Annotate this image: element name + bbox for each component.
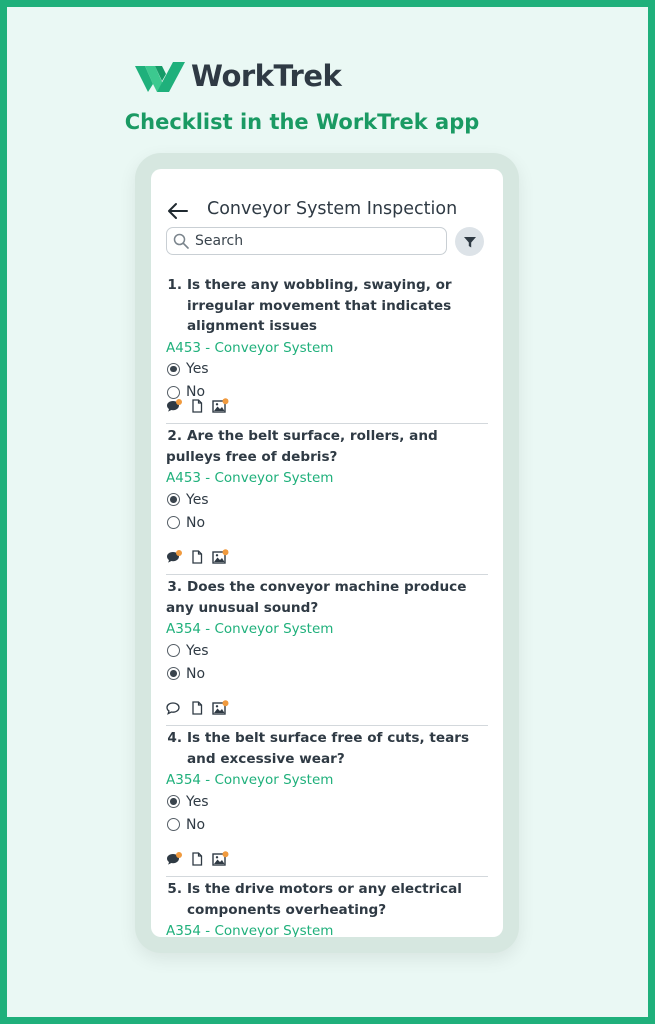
document-icon[interactable]	[191, 549, 203, 564]
asset-link[interactable]: A453 - Conveyor System	[166, 468, 488, 488]
document-icon[interactable]	[191, 398, 203, 413]
checklist-item: 4. Is the belt surface free of cuts, tear…	[166, 726, 488, 877]
page-title: Conveyor System Inspection	[207, 199, 458, 219]
radio-yes[interactable]	[167, 362, 180, 376]
item-actions	[166, 398, 238, 413]
question-text: 3. Does the conveyor machine produce any …	[166, 575, 488, 618]
asset-link[interactable]: A453 - Conveyor System	[166, 338, 488, 358]
document-icon[interactable]	[191, 700, 203, 715]
comment-icon[interactable]	[166, 851, 182, 866]
radio-yes[interactable]	[167, 644, 180, 657]
item-actions	[166, 700, 238, 715]
filter-icon	[463, 236, 476, 247]
back-arrow-icon[interactable]	[167, 200, 189, 222]
option-no-label: No	[186, 514, 206, 531]
question-label: Does the conveyor machine produce any un…	[166, 579, 467, 616]
checklist: 1. Is there any wobbling, swaying, or irr…	[166, 273, 488, 937]
question-label: Is the drive motors or any electrical co…	[187, 881, 462, 918]
search-icon	[173, 233, 189, 249]
asset-link[interactable]: A354 - Conveyor System	[166, 770, 488, 790]
question-number: 1.	[167, 277, 182, 293]
comment-icon[interactable]	[166, 549, 182, 564]
filter-button[interactable]	[455, 227, 484, 256]
checklist-item: 1. Is there any wobbling, swaying, or irr…	[166, 273, 488, 424]
radio-no[interactable]	[167, 667, 180, 680]
asset-link[interactable]: A354 - Conveyor System	[166, 921, 488, 937]
app-screen: Conveyor System Inspection 1. Is there an…	[151, 169, 503, 937]
document-icon[interactable]	[191, 851, 203, 866]
option-no-label: No	[186, 665, 206, 682]
question-number: 5.	[167, 881, 182, 897]
option-yes[interactable]: Yes	[166, 488, 488, 511]
question-label: Is the belt surface free of cuts, tears …	[187, 730, 470, 767]
item-actions	[166, 549, 238, 564]
image-icon[interactable]	[212, 700, 229, 715]
image-icon[interactable]	[212, 398, 229, 413]
comment-icon[interactable]	[166, 701, 182, 715]
question-label: Is there any wobbling, swaying, or irreg…	[187, 277, 452, 334]
option-yes[interactable]: Yes	[166, 358, 488, 381]
image-icon[interactable]	[212, 851, 229, 866]
radio-no[interactable]	[167, 516, 180, 529]
radio-no[interactable]	[167, 385, 180, 399]
question-text: 2. Are the belt surface, rollers, and pul…	[166, 424, 488, 467]
option-yes-label: Yes	[186, 361, 209, 377]
checklist-item: 3. Does the conveyor machine produce any …	[166, 575, 488, 726]
option-yes-label: Yes	[186, 793, 209, 810]
page-tagline: Checklist in the WorkTrek app	[124, 110, 480, 134]
question-number: 2.	[167, 428, 182, 444]
comment-icon[interactable]	[166, 398, 182, 413]
image-icon[interactable]	[212, 549, 229, 564]
question-text: 1. Is there any wobbling, swaying, or irr…	[166, 273, 488, 337]
search-input[interactable]	[195, 233, 435, 249]
question-label: Are the belt surface, rollers, and pulle…	[166, 428, 438, 465]
option-no[interactable]: No	[166, 511, 488, 534]
radio-yes[interactable]	[167, 795, 180, 808]
brand-name: WorkTrek	[191, 59, 342, 93]
checklist-item: 2. Are the belt surface, rollers, and pul…	[166, 424, 488, 575]
radio-yes[interactable]	[167, 493, 180, 506]
option-yes[interactable]: Yes	[166, 639, 488, 662]
worktrek-logo-icon	[135, 62, 185, 92]
question-number: 3.	[167, 579, 182, 595]
option-yes-label: Yes	[186, 642, 209, 659]
item-actions	[166, 851, 238, 866]
app-bar: Conveyor System Inspection	[151, 195, 503, 225]
option-no-label: No	[186, 816, 206, 833]
search-box[interactable]	[166, 227, 447, 255]
worktrek-logo: WorkTrek	[135, 57, 342, 95]
option-yes-label: Yes	[186, 491, 209, 508]
question-text: 5. Is the drive motors or any electrical …	[166, 877, 488, 920]
option-yes[interactable]: Yes	[166, 790, 488, 813]
option-no[interactable]: No	[166, 813, 488, 836]
radio-no[interactable]	[167, 818, 180, 831]
question-text: 4. Is the belt surface free of cuts, tear…	[166, 726, 488, 769]
asset-link[interactable]: A354 - Conveyor System	[166, 619, 488, 639]
option-no[interactable]: No	[166, 662, 488, 685]
checklist-item: 5. Is the drive motors or any electrical …	[166, 877, 488, 937]
question-number: 4.	[167, 730, 182, 746]
phone-mockup: Conveyor System Inspection 1. Is there an…	[135, 153, 519, 953]
